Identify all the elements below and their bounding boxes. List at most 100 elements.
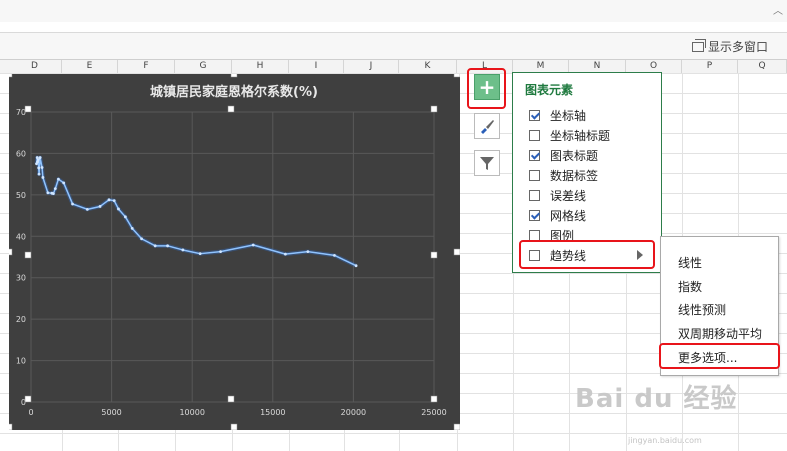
selection-handle: [24, 105, 32, 113]
column-header-cell[interactable]: G: [175, 60, 232, 73]
data-point: [38, 156, 42, 159]
data-point: [123, 215, 127, 219]
trendline-option[interactable]: 线性: [678, 254, 702, 271]
checkbox[interactable]: [529, 209, 540, 221]
selection-handle: [24, 395, 32, 403]
data-point: [306, 250, 310, 254]
show-multi-window-label: 显示多窗口: [708, 40, 769, 54]
column-header-cell[interactable]: Q: [738, 60, 787, 73]
view-toolbar: [0, 33, 787, 60]
data-point: [181, 248, 185, 252]
column-header-cell[interactable]: F: [118, 60, 175, 73]
series-glow: [34, 155, 357, 268]
data-point: [354, 264, 358, 268]
series-line: [35, 156, 357, 267]
chart-element-label: 数据标签: [550, 168, 599, 183]
selection-handle: [227, 395, 235, 403]
data-point: [85, 207, 89, 211]
data-point: [71, 202, 74, 206]
column-header-cell[interactable]: K: [399, 60, 457, 73]
chart-area[interactable]: 0 5000 10000 15000 20000 25000 0 10 20 30 40 50 60 70…: [9, 74, 460, 430]
chart-element-label: 图表标题: [550, 148, 599, 163]
column-header: DEFGHIJKLMNOPQ: [0, 60, 787, 74]
data-point: [51, 192, 55, 196]
x-tick-label: 5000: [101, 408, 121, 417]
checkbox[interactable]: [529, 169, 540, 181]
chart-title: 城镇居民家庭恩格尔系数(%): [150, 84, 318, 100]
data-point: [130, 227, 134, 230]
data-point: [40, 166, 44, 169]
data-point: [46, 191, 50, 195]
selection-handle: [430, 105, 438, 113]
chart-element-option[interactable]: 图表标题: [529, 146, 598, 164]
chart-elements-title: 图表元素: [525, 83, 574, 97]
trendline-option[interactable]: 指数: [678, 278, 702, 295]
column-header-cell[interactable]: P: [682, 60, 738, 73]
column-header-cell[interactable]: E: [62, 60, 118, 73]
checkbox[interactable]: [529, 109, 540, 121]
data-point: [153, 244, 157, 248]
column-header-cell[interactable]: H: [232, 60, 289, 73]
selection-handle: [24, 251, 32, 259]
data-point: [62, 181, 66, 185]
windows-icon: [692, 38, 706, 52]
y-tick-label: 70: [16, 108, 26, 117]
checkbox[interactable]: [529, 129, 540, 141]
checkbox[interactable]: [529, 189, 540, 201]
data-point: [283, 252, 287, 256]
data-point: [251, 243, 255, 247]
selection-handle: [230, 74, 238, 78]
selection-handle: [453, 423, 460, 430]
checkbox[interactable]: [529, 229, 540, 241]
data-point: [37, 166, 41, 170]
y-tick-label: 50: [16, 191, 26, 200]
collapse-ribbon-icon[interactable]: ︿: [773, 2, 783, 17]
selection-handle: [453, 248, 460, 256]
column-header-cell[interactable]: D: [8, 60, 62, 73]
chart-element-label: 坐标轴: [550, 108, 587, 123]
chart-element-option[interactable]: 数据标签: [529, 166, 598, 184]
data-point: [112, 199, 116, 203]
plot-area: [30, 111, 435, 403]
selection-handle: [9, 248, 13, 256]
data-point: [219, 250, 222, 254]
checkbox[interactable]: [529, 149, 540, 161]
data-point: [53, 187, 57, 191]
chart-element-label: 误差线: [550, 188, 587, 203]
x-tick-label: 0: [28, 408, 33, 417]
ribbon-bar: ︿: [0, 0, 787, 23]
watermark-url: jingyan.baidu.com: [628, 436, 702, 445]
chart-element-option[interactable]: 网格线: [529, 206, 586, 224]
trendline-option[interactable]: 双周期移动平均: [678, 325, 762, 342]
chart-element-label: 坐标轴标题: [550, 128, 611, 143]
column-header-cell[interactable]: J: [344, 60, 399, 73]
show-multi-window-button[interactable]: 显示多窗口: [692, 38, 768, 55]
y-tick-label: 10: [16, 357, 26, 366]
formula-bar[interactable]: [0, 22, 787, 33]
chart-elements-button[interactable]: +: [474, 74, 500, 100]
trendline-option[interactable]: 线性预测: [678, 301, 726, 318]
selection-handle: [430, 395, 438, 403]
selection-handle: [453, 74, 460, 78]
selection-handle: [227, 105, 235, 113]
selection-handle: [430, 251, 438, 259]
y-tick-label: 40: [16, 232, 26, 241]
chart-element-option[interactable]: 坐标轴: [529, 106, 586, 124]
x-tick-label: 15000: [260, 408, 285, 417]
highlight-box-more-options: [659, 343, 780, 369]
data-point: [37, 172, 41, 176]
column-header-cell[interactable]: I: [289, 60, 344, 73]
chart-element-option[interactable]: 误差线: [529, 186, 586, 204]
plus-icon: +: [478, 75, 496, 99]
data-point: [98, 205, 102, 208]
chart-element-option[interactable]: 坐标轴标题: [529, 126, 610, 144]
x-tick-label: 20000: [341, 408, 366, 417]
data-point: [107, 198, 111, 202]
data-point: [198, 252, 202, 256]
data-point: [117, 207, 120, 211]
chart-styles-button[interactable]: [474, 113, 500, 139]
y-tick-label: 20: [16, 315, 26, 324]
brush-icon: [481, 120, 494, 134]
data-point: [57, 177, 60, 181]
chart-filters-button[interactable]: [474, 150, 500, 176]
